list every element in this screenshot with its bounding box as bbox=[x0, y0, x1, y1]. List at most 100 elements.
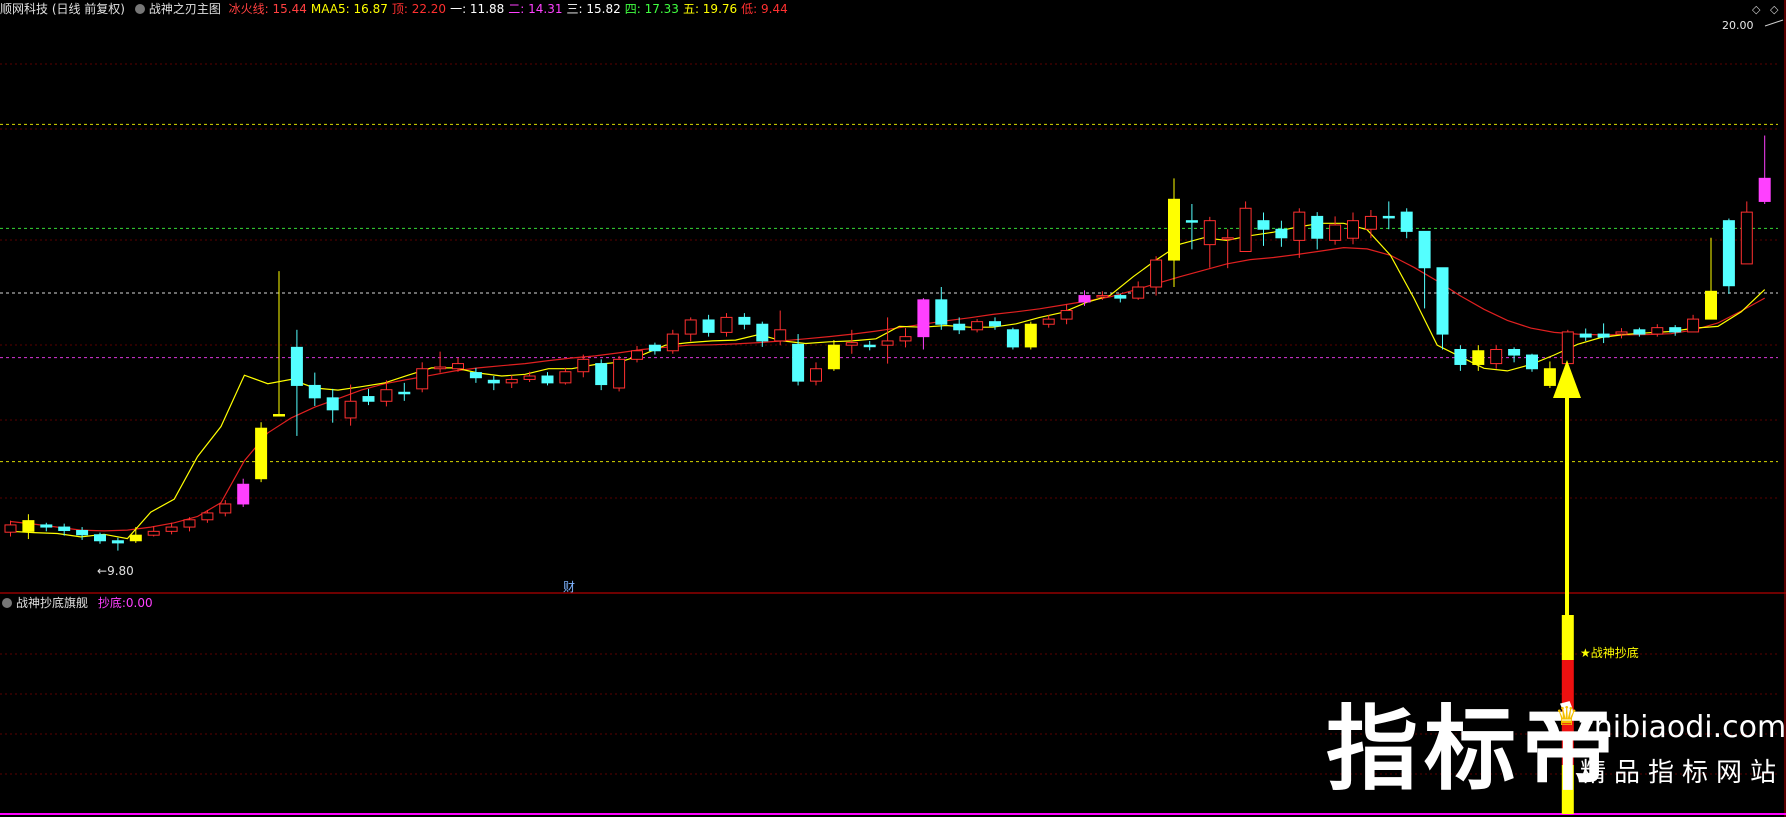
candle-body bbox=[362, 396, 375, 402]
settings-circle-icon[interactable] bbox=[2, 598, 12, 608]
candle-body bbox=[219, 503, 232, 514]
low-price-value: 9.80 bbox=[107, 564, 134, 578]
candle[interactable] bbox=[613, 355, 626, 392]
candle-body bbox=[1275, 228, 1288, 239]
candle-body bbox=[541, 375, 554, 384]
watermark-url: zhibiaodi.com bbox=[1578, 710, 1786, 745]
candle-body bbox=[1364, 215, 1377, 230]
candle-body bbox=[1740, 211, 1753, 265]
candle-body bbox=[1543, 368, 1556, 386]
candle-body bbox=[1293, 211, 1306, 241]
candle-body bbox=[290, 346, 303, 386]
candle-body bbox=[1615, 331, 1628, 335]
candle-body bbox=[237, 483, 250, 505]
candle-body bbox=[487, 379, 500, 384]
low-price-label: ←9.80 bbox=[97, 564, 134, 578]
header-value-item: 顶: 22.20 bbox=[391, 2, 447, 16]
candle-body bbox=[666, 333, 679, 352]
candle-body bbox=[1257, 220, 1270, 230]
candle-body bbox=[1168, 198, 1180, 261]
candle-body bbox=[595, 363, 608, 386]
finance-marker[interactable]: 财 bbox=[563, 578, 575, 595]
candle-body bbox=[1060, 310, 1073, 320]
candle-body bbox=[434, 366, 447, 370]
candle-body bbox=[935, 299, 948, 325]
candle[interactable] bbox=[1024, 321, 1037, 350]
stock-chart[interactable] bbox=[0, 0, 1786, 817]
candle-body bbox=[201, 512, 214, 521]
candle-body bbox=[1472, 350, 1485, 365]
candle-body bbox=[1579, 333, 1592, 338]
candle-body bbox=[22, 520, 35, 532]
candle-body bbox=[398, 391, 411, 395]
candle-body bbox=[308, 384, 321, 399]
candle-body bbox=[1382, 215, 1395, 219]
candle-body bbox=[577, 358, 590, 373]
candle-body bbox=[1722, 220, 1735, 287]
candle-body bbox=[738, 316, 751, 325]
candle-body bbox=[416, 368, 429, 390]
candle[interactable] bbox=[255, 422, 268, 483]
candle-body bbox=[899, 336, 912, 342]
candle-body bbox=[881, 340, 894, 346]
header-value-item: 一: 11.88 bbox=[450, 2, 505, 16]
candle-body bbox=[827, 344, 840, 370]
crown-icon: ♛ bbox=[1555, 702, 1579, 732]
candle-body bbox=[1203, 220, 1216, 246]
candle-body bbox=[971, 321, 984, 331]
candle[interactable] bbox=[1526, 353, 1538, 372]
signal-label: ★战神抄底 bbox=[1580, 646, 1639, 660]
candle-body bbox=[756, 323, 769, 342]
candle-body bbox=[631, 350, 643, 360]
indicator-name[interactable]: 战神之刃主图 bbox=[149, 2, 221, 16]
candle-body bbox=[953, 323, 966, 331]
candle-body bbox=[720, 316, 733, 333]
candle-body bbox=[559, 371, 572, 384]
diamond-icon[interactable]: ◇ bbox=[1752, 3, 1760, 16]
candle[interactable] bbox=[1239, 201, 1252, 252]
candle-body bbox=[344, 400, 357, 419]
candle-body bbox=[147, 530, 160, 536]
candle-body bbox=[469, 372, 482, 379]
candle-body bbox=[1526, 354, 1538, 370]
candle-body bbox=[1436, 267, 1449, 335]
candle-body bbox=[1705, 290, 1717, 320]
candle-body bbox=[94, 534, 106, 542]
candle-body bbox=[1114, 295, 1127, 299]
candle-body bbox=[255, 427, 268, 480]
candle-body bbox=[1185, 220, 1198, 223]
candle-body bbox=[505, 378, 518, 384]
stock-title[interactable]: 顺网科技 (日线 前复权) bbox=[0, 2, 125, 16]
candle-body bbox=[684, 319, 697, 335]
candle-body bbox=[702, 319, 715, 333]
candle-body bbox=[326, 397, 339, 411]
candle-body bbox=[452, 363, 464, 370]
candle-body bbox=[1078, 295, 1091, 303]
diamond-icon[interactable]: ◇ bbox=[1770, 3, 1778, 16]
candle-body bbox=[792, 343, 805, 382]
candle-body bbox=[1096, 295, 1109, 298]
chart-background bbox=[0, 0, 1786, 817]
candle[interactable] bbox=[1006, 327, 1019, 350]
settings-circle-icon[interactable] bbox=[134, 4, 145, 14]
candle-body bbox=[1311, 215, 1324, 239]
candle-body bbox=[1454, 348, 1467, 365]
candle-body bbox=[1758, 177, 1771, 202]
candle-body bbox=[1687, 318, 1700, 333]
candle-body bbox=[648, 344, 661, 352]
candle[interactable] bbox=[1722, 218, 1735, 294]
candle-body bbox=[1221, 237, 1234, 240]
candle-body bbox=[58, 526, 71, 531]
sub-label: 抄底: bbox=[97, 596, 126, 610]
candle-body bbox=[1024, 323, 1037, 348]
candle-body bbox=[1651, 327, 1664, 335]
candle-body bbox=[1347, 220, 1359, 239]
candle-body bbox=[1042, 318, 1055, 325]
sub-indicator-name[interactable]: 战神抄底旗舰 bbox=[16, 596, 88, 610]
candle-body bbox=[1239, 207, 1252, 252]
candle-body bbox=[1597, 333, 1610, 338]
candle-body bbox=[1132, 286, 1145, 299]
header-value-item: 五: 19.76 bbox=[682, 2, 738, 16]
candle-body bbox=[165, 526, 178, 532]
candle-body bbox=[613, 358, 626, 389]
